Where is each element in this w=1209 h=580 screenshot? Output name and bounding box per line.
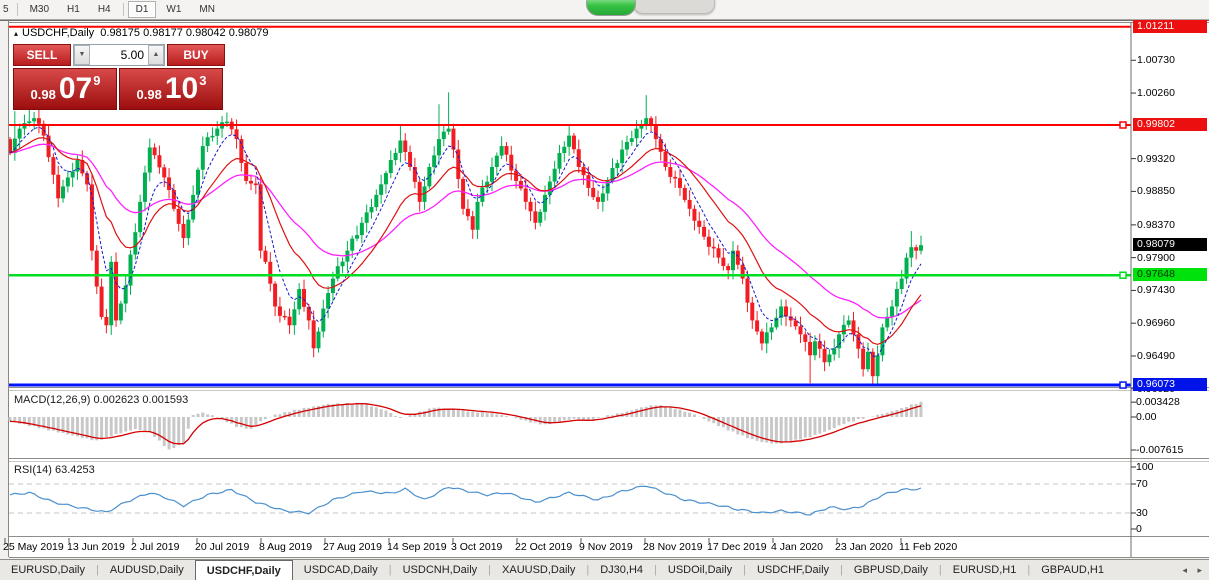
tab-eurusd-h1[interactable]: EURUSD,H1 [942,560,1028,580]
macd-tick-label: 0.00 [1136,411,1156,423]
price-tick-label: 0.97430 [1137,284,1175,296]
rsi-tick-label: 0 [1136,523,1142,535]
tab-dj30-h4[interactable]: DJ30,H4 [589,560,654,580]
chart-symbol-label: USDCHF,Daily [22,27,94,39]
buy-price-sup: 3 [199,73,206,88]
date-label: 25 May 2019 [3,541,64,553]
hline-handle-icon[interactable] [1120,382,1126,388]
sell-price-box[interactable]: 0.98079 [13,68,117,110]
price-tick-label: 1.00730 [1137,54,1175,66]
buy-price-big: 10 [165,72,198,106]
price-marker-label: 1.01211 [1133,20,1207,33]
date-label: 13 Jun 2019 [67,541,125,553]
sell-price-prefix: 0.98 [31,87,56,102]
rsi-tick-label: 100 [1136,461,1154,473]
tab-usdcnh-daily[interactable]: USDCNH,Daily [392,560,489,580]
price-tick-label: 1.00260 [1137,87,1175,99]
moving-averages-layer [10,127,921,356]
date-label: 27 Aug 2019 [323,541,382,553]
buy-price-prefix: 0.98 [137,87,162,102]
date-label: 28 Nov 2019 [643,541,703,553]
volume-stepper: ▼ ▲ [73,44,165,66]
hline-handle-icon[interactable] [1120,122,1126,128]
date-label: 4 Jan 2020 [771,541,823,553]
buy-price-box[interactable]: 0.98103 [119,68,223,110]
price-marker-label: 0.99802 [1133,118,1207,131]
chart-quotes: 0.98175 0.98177 0.98042 0.98079 [100,27,268,39]
date-label: 2 Jul 2019 [131,541,179,553]
date-label: 22 Oct 2019 [515,541,572,553]
tab-scroll-arrows-icon[interactable]: ◂ ▸ [1182,560,1206,580]
rsi-tick-label: 30 [1136,507,1148,519]
sell-price-sup: 9 [93,73,100,88]
tab-usdchf-daily[interactable]: USDCHF,Daily [195,560,293,580]
date-label: 9 Nov 2019 [579,541,633,553]
volume-decrease-icon[interactable]: ▼ [74,45,90,65]
sell-button[interactable]: SELL [13,44,71,66]
price-marker-label: 0.96073 [1133,378,1207,391]
collapse-trade-panel-icon[interactable]: ▴ [14,29,18,38]
date-label: 3 Oct 2019 [451,541,502,553]
price-marker-label: 0.98079 [1133,238,1207,251]
date-label: 8 Aug 2019 [259,541,312,553]
macd-tick-label: -0.007615 [1136,444,1183,456]
overlay-pill [633,0,715,14]
date-label: 17 Dec 2019 [707,541,767,553]
date-label: 14 Sep 2019 [387,541,447,553]
buy-button[interactable]: BUY [167,44,225,66]
macd-indicator-label: MACD(12,26,9) 0.002623 0.001593 [14,394,188,406]
price-tick-label: 0.98370 [1137,219,1175,231]
recording-indicator-icon [586,0,636,16]
tab-eurusd-daily[interactable]: EURUSD,Daily [0,560,96,580]
volume-input[interactable] [90,45,148,65]
macd-signal-line [10,404,921,444]
tab-audusd-daily[interactable]: AUDUSD,Daily [99,560,195,580]
price-tick-label: 0.99320 [1137,153,1175,165]
date-label: 23 Jan 2020 [835,541,893,553]
hline-handle-icon[interactable] [1120,272,1126,278]
price-tick-label: 0.96490 [1137,350,1175,362]
candles-layer [8,92,923,385]
tab-usdchf-daily[interactable]: USDCHF,Daily [746,560,840,580]
chart-ohlc-title: ▴ USDCHF,Daily 0.98175 0.98177 0.98042 0.… [14,27,268,39]
price-marker-label: 0.97648 [1133,268,1207,281]
tab-gbpaud-h1[interactable]: GBPAUD,H1 [1030,560,1115,580]
tab-usdcad-daily[interactable]: USDCAD,Daily [293,560,389,580]
rsi-line [10,486,921,515]
rsi-tick-label: 70 [1136,478,1148,490]
sell-price-big: 07 [59,72,92,106]
macd-tick-label: 0.003428 [1136,396,1180,408]
volume-increase-icon[interactable]: ▲ [148,45,164,65]
price-tick-label: 0.96960 [1137,317,1175,329]
tab-xauusd-daily[interactable]: XAUUSD,Daily [491,560,586,580]
price-tick-label: 0.97900 [1137,252,1175,264]
tab-usdoil-daily[interactable]: USDOil,Daily [657,560,743,580]
price-tick-label: 0.98850 [1137,185,1175,197]
chart-tab-bar: EURUSD,Daily|AUDUSD,DailyUSDCHF,DailyUSD… [0,559,1209,580]
trading-terminal: 5M30H1H4D1W1MN ▴USDCHF,Daily 0.98175 0.9… [0,0,1209,580]
one-click-trading-widget: SELL ▼ ▲ BUY 0.98079 0.98103 [13,44,225,110]
rsi-indicator-label: RSI(14) 63.4253 [14,464,95,476]
tab-gbpusd-daily[interactable]: GBPUSD,Daily [843,560,939,580]
date-label: 20 Jul 2019 [195,541,249,553]
date-label: 11 Feb 2020 [899,541,957,553]
